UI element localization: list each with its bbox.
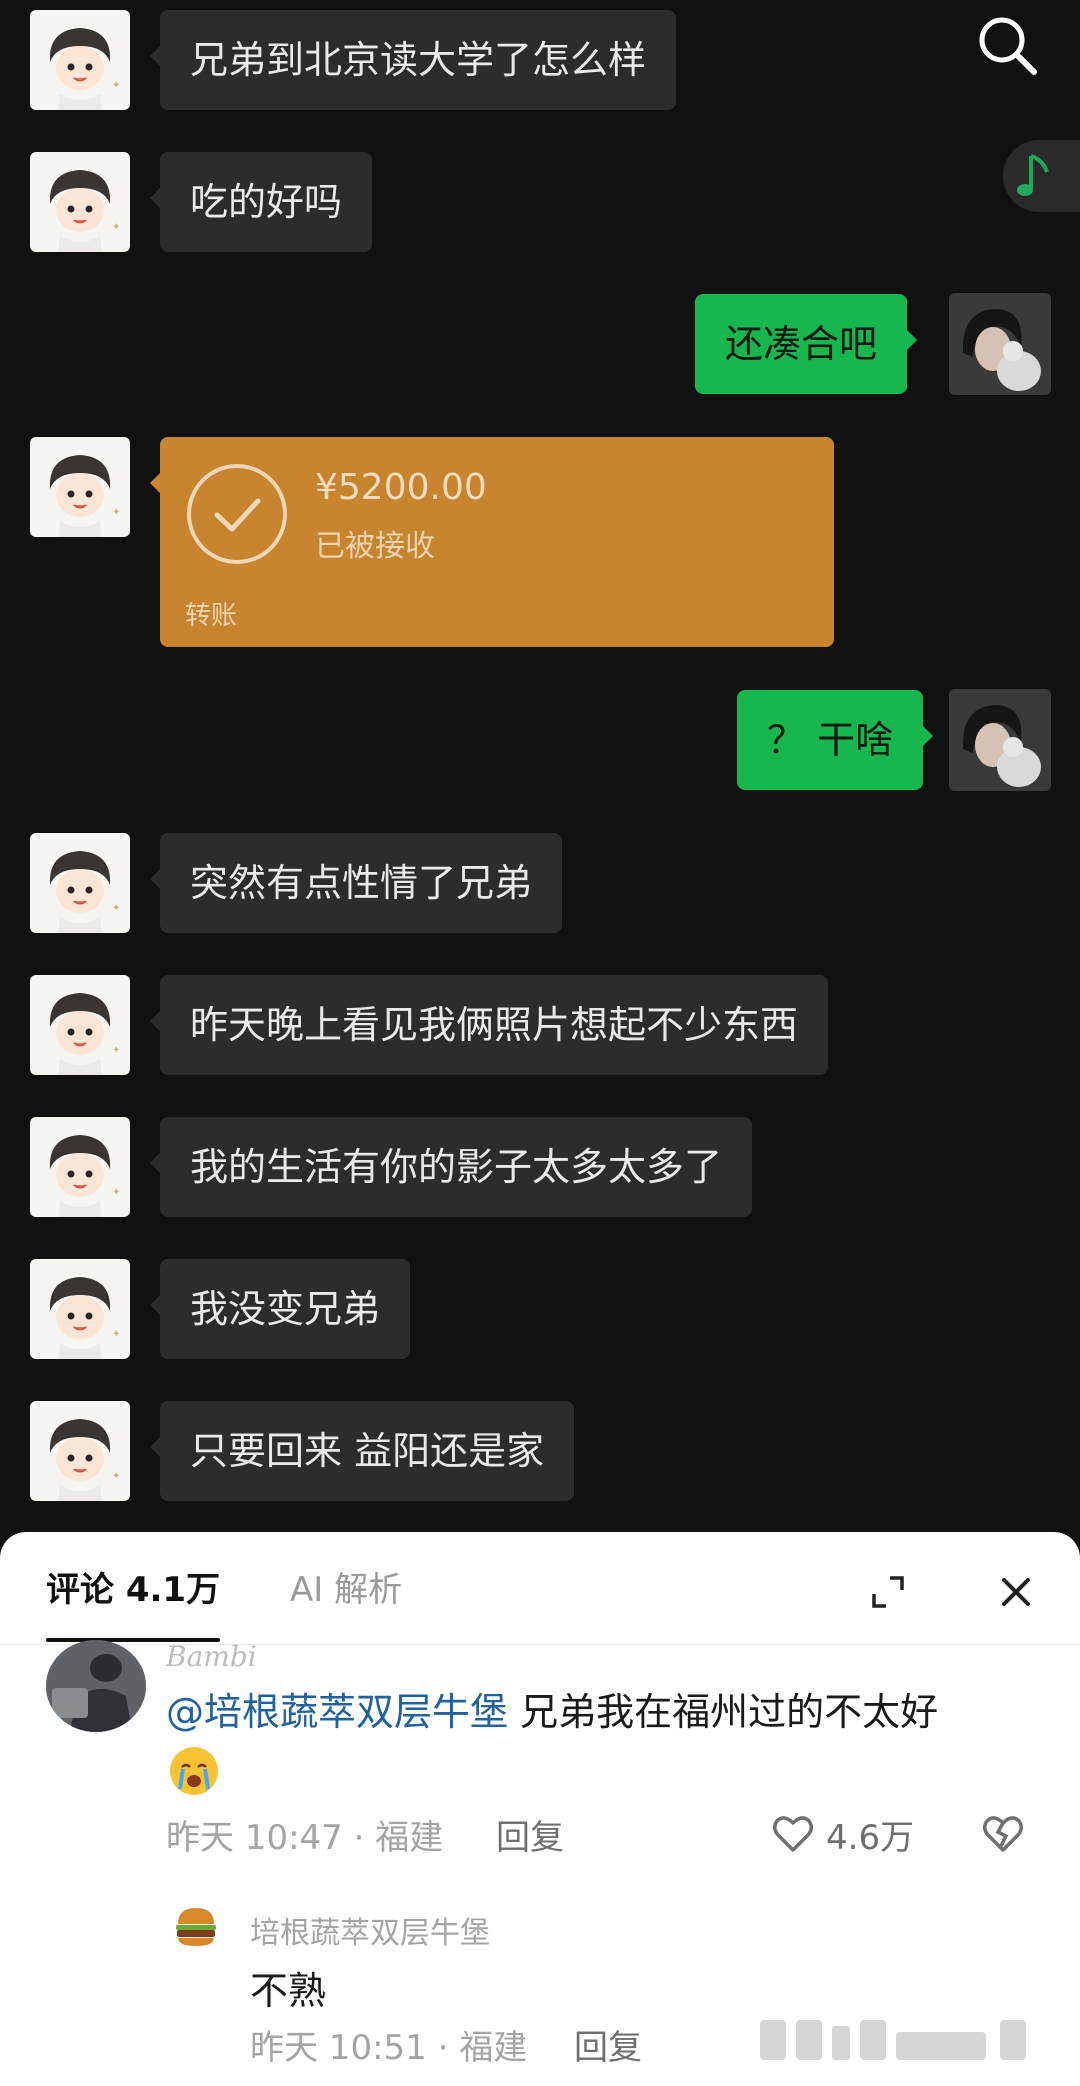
message-bubble[interactable]: 兄弟到北京读大学了怎么样 [149,10,677,110]
reply-author[interactable]: 培根蔬萃双层牛堡 [250,1908,490,1952]
heart-icon[interactable] [770,1810,816,1856]
message-text: 只要回来 益阳还是家 [190,1429,545,1473]
message-text: 昨天晚上看见我俩照片想起不少东西 [190,1003,799,1047]
message-bubble[interactable]: 我没变兄弟 [149,1259,411,1359]
message-text: 还凑合吧 [725,322,878,366]
check-circle-icon [184,461,290,571]
message-bubble[interactable]: 只要回来 益阳还是家 [149,1401,575,1501]
close-icon[interactable] [994,1570,1038,1614]
message-bubble-self[interactable]: ？ 干啥 [737,690,934,790]
chat-screen: ✦ 兄弟到北京读大学了怎么样 ✦ 吃的好吗 还凑合吧 ✦ ¥5200.00 已被… [0,0,1080,1540]
friend-avatar[interactable]: ✦ [30,1117,130,1217]
reply-button[interactable]: 回复 [496,1810,564,1859]
transfer-card[interactable]: ¥5200.00 已被接收 转账 [150,437,834,647]
panel-divider [0,1644,1080,1645]
comment-body: 兄弟我在福州过的不太好 [508,1690,939,1734]
comment-author[interactable]: Bambi [166,1640,257,1668]
friend-avatar[interactable]: ✦ [30,1259,130,1359]
comments-panel: 评论 4.1万 AI 解析 Bambi @培根蔬萃双层牛堡 兄弟我在福州过的不太… [0,1532,1080,2086]
transfer-label: 转账 [185,601,238,631]
transfer-status: 已被接收 [315,529,435,564]
message-text: 兄弟到北京读大学了怎么样 [190,38,647,82]
svg-text:✦: ✦ [112,1329,120,1340]
comment-mention[interactable]: @培根蔬萃双层牛堡 [166,1690,508,1734]
like-count: 4.6万 [826,1818,915,1858]
broken-heart-icon[interactable] [978,1810,1028,1856]
tab-comments[interactable]: 评论 4.1万 [46,1568,221,1642]
svg-text:✦: ✦ [112,507,120,518]
search-icon[interactable] [970,8,1046,84]
burger-icon[interactable] [172,1902,220,1950]
friend-avatar[interactable]: ✦ [30,975,130,1075]
comment-time: 昨天 10:47 · 福建 [166,1818,444,1858]
expand-icon[interactable] [866,1570,910,1614]
comment-text: @培根蔬萃双层牛堡 兄弟我在福州过的不太好 [166,1684,1046,1799]
reply-text: 不熟 [250,1969,327,2013]
watermark [760,2010,1060,2081]
tab-ai-analysis[interactable]: AI 解析 [290,1568,402,1612]
message-text: 突然有点性情了兄弟 [190,861,533,905]
svg-text:✦: ✦ [112,1045,120,1056]
message-bubble[interactable]: 昨天晚上看见我俩照片想起不少东西 [149,975,829,1075]
svg-text:✦: ✦ [112,222,120,233]
self-avatar[interactable] [949,293,1051,395]
friend-avatar[interactable]: ✦ [30,10,130,110]
commenter-avatar[interactable] [46,1640,146,1732]
message-bubble[interactable]: 我的生活有你的影子太多太多了 [149,1117,753,1217]
friend-avatar[interactable]: ✦ [30,833,130,933]
music-note-icon[interactable] [1003,140,1080,212]
transfer-amount: ¥5200.00 [315,467,487,508]
friend-avatar[interactable]: ✦ [30,152,130,252]
message-text: ？ 干啥 [767,718,894,762]
message-bubble[interactable]: 吃的好吗 [149,152,373,252]
message-text: 吃的好吗 [190,180,343,224]
reply-reply-button[interactable]: 回复 [574,2020,642,2069]
message-text: 我没变兄弟 [190,1287,381,1331]
svg-text:✦: ✦ [112,1187,120,1198]
message-bubble-self[interactable]: 还凑合吧 [695,294,918,394]
crying-face-icon [166,1743,222,1799]
message-text: 我的生活有你的影子太多太多了 [190,1145,723,1189]
svg-text:✦: ✦ [112,1471,120,1482]
svg-text:✦: ✦ [112,80,120,91]
svg-text:✦: ✦ [112,903,120,914]
reply-time: 昨天 10:51 · 福建 [250,2028,528,2068]
friend-avatar[interactable]: ✦ [30,437,130,537]
message-bubble[interactable]: 突然有点性情了兄弟 [149,833,563,933]
self-avatar[interactable] [949,689,1051,791]
friend-avatar[interactable]: ✦ [30,1401,130,1501]
